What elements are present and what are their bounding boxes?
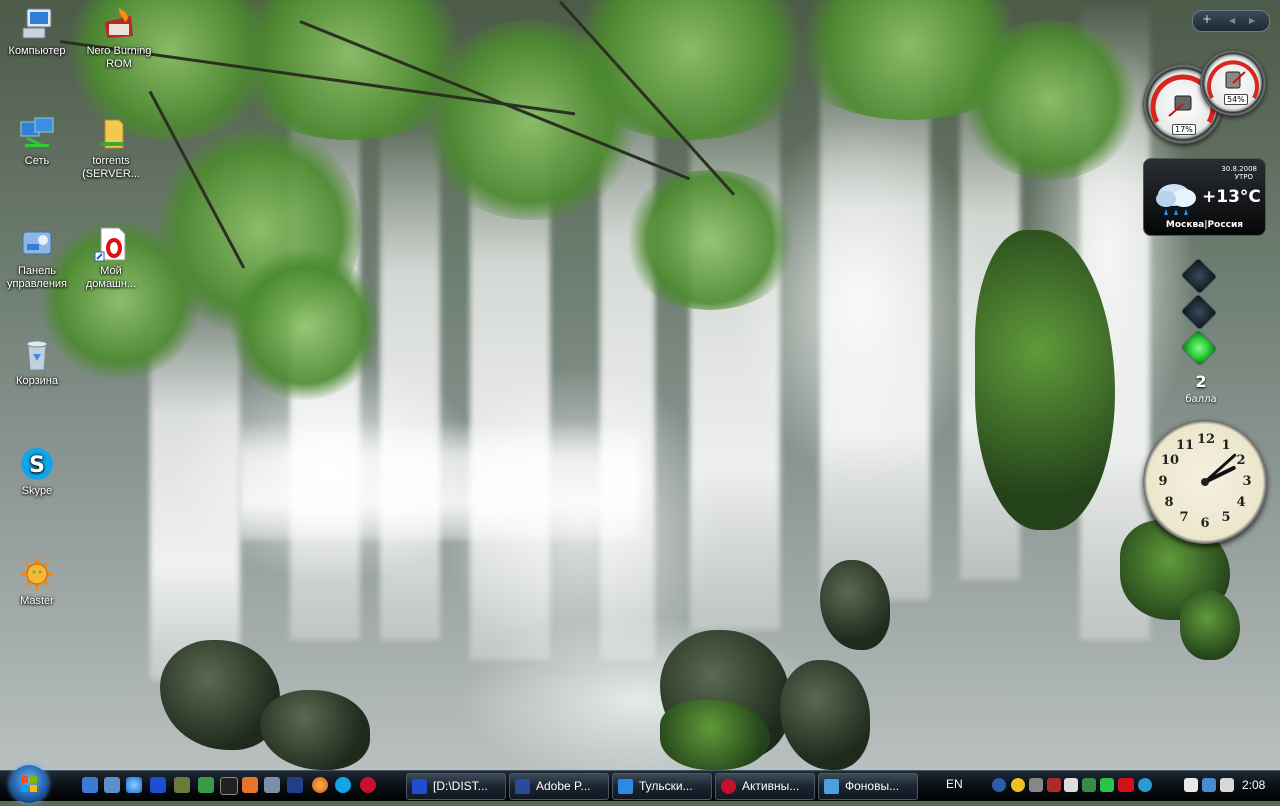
tray-phone-icon[interactable] — [1184, 778, 1198, 792]
tray-sound-icon[interactable] — [1220, 778, 1234, 792]
desktop-icon-control-panel[interactable]: Панель управления — [0, 226, 74, 291]
task-button-display-properties[interactable]: Фоновы... — [818, 773, 918, 800]
desktop-icon-label: Skype — [21, 485, 53, 497]
desktop-icon-computer[interactable]: Компьютер — [0, 6, 74, 58]
tray-hand-icon[interactable] — [1064, 778, 1078, 792]
internet-explorer-icon[interactable] — [126, 777, 142, 793]
console-icon[interactable] — [220, 777, 238, 795]
cpu-value: 17% — [1172, 124, 1196, 135]
memory-value: 54% — [1224, 94, 1248, 105]
volume-icon[interactable] — [1047, 778, 1061, 792]
desktop-icon-master[interactable]: Master — [0, 556, 74, 608]
task-label: Фоновы... — [845, 779, 900, 793]
skype-icon: S — [19, 446, 55, 482]
task-label: [D:\DIST... — [433, 779, 488, 793]
traffic-light-yellow — [1179, 292, 1219, 332]
task-button-photoshop[interactable]: Adobe P... — [509, 773, 609, 800]
traffic-gadget[interactable]: 2 балла — [1176, 256, 1226, 410]
desktop-icon-network[interactable]: Сеть — [0, 116, 74, 168]
weather-period: УТРО — [1234, 173, 1253, 181]
windows-logo-icon — [21, 776, 37, 792]
network-icon — [19, 116, 55, 152]
opera-shortcut-icon — [93, 226, 129, 262]
tray-tool-icon[interactable] — [1029, 778, 1043, 792]
desktop-wallpaper — [0, 0, 1280, 770]
taskbar-clock[interactable]: 2:08 — [1242, 778, 1265, 792]
internet-explorer-icon — [618, 779, 633, 794]
clock-gadget[interactable]: 12 1 2 3 4 5 6 7 8 9 10 11 — [1143, 420, 1267, 544]
desktop-icon-recycle-bin[interactable]: Корзина — [0, 336, 74, 388]
desktop-icon-skype[interactable]: S Skype — [0, 446, 74, 498]
network-tool-icon[interactable] — [174, 777, 190, 793]
task-button-ie[interactable]: Тульски... — [612, 773, 712, 800]
recycle-bin-icon — [19, 336, 55, 372]
tray-network-status-icon[interactable] — [1202, 778, 1216, 792]
far-manager-icon — [412, 779, 427, 794]
start-button[interactable] — [10, 765, 48, 803]
task-label: Активны... — [742, 779, 800, 793]
show-desktop-icon[interactable] — [82, 777, 98, 793]
tray-app-icon[interactable] — [1011, 778, 1025, 792]
tray-help-icon[interactable] — [1138, 778, 1152, 792]
sidebar-controls: + ◀ ▶ — [1192, 10, 1270, 32]
desktop-icon-label: Компьютер — [8, 45, 66, 57]
skype-quicklaunch-icon[interactable] — [335, 777, 351, 793]
svg-text:S: S — [29, 453, 45, 478]
desktop-icon-label: torrents (SERVER... — [82, 155, 140, 180]
desktop-icon-label: Сеть — [24, 155, 50, 167]
control-panel-icon — [19, 226, 55, 262]
traffic-unit: балла — [1185, 394, 1217, 405]
task-label: Тульски... — [639, 779, 693, 793]
previous-page-button[interactable]: ◀ — [1229, 16, 1235, 25]
task-button-opera[interactable]: Активны... — [715, 773, 815, 800]
weather-gadget[interactable]: 30.8.2008 УТРО +13°C Москва|Россия — [1143, 158, 1266, 236]
weather-date: 30.8.2008 — [1221, 165, 1257, 173]
traffic-light-green — [1179, 328, 1219, 368]
photoshop-quicklaunch-icon[interactable] — [287, 777, 303, 793]
desktop-icon-label: Мой домашн... — [85, 265, 137, 290]
desktop-icon-label: Корзина — [16, 375, 58, 387]
task-label: Adobe P... — [536, 779, 591, 793]
weather-temperature: +13°C — [1202, 187, 1261, 207]
tools-icon[interactable] — [264, 777, 280, 793]
nero-burning-rom-icon — [101, 6, 137, 42]
desktop-icon-label: Панель управления — [7, 265, 67, 290]
display-properties-icon — [824, 779, 839, 794]
desktop-icon-nero[interactable]: Nero Burning ROM — [82, 6, 156, 71]
traffic-light-red — [1179, 256, 1219, 296]
computer-icon — [19, 6, 55, 42]
opera-icon — [721, 779, 736, 794]
desktop-icon-label: Nero Burning ROM — [86, 45, 152, 70]
task-button-far[interactable]: [D:\DIST... — [406, 773, 506, 800]
language-indicator[interactable]: EN — [946, 777, 963, 791]
memory-gauge: 54% — [1200, 50, 1266, 116]
folder-icon — [93, 116, 129, 152]
ati-icon[interactable] — [1118, 778, 1134, 792]
desktop-icon-my-homepage[interactable]: Мой домашн... — [74, 226, 148, 291]
desktop-icon-label: Master — [20, 595, 54, 607]
next-page-button[interactable]: ▶ — [1249, 16, 1255, 25]
office-icon[interactable] — [242, 777, 258, 793]
firefox-icon[interactable] — [312, 777, 328, 793]
desktop-icon-torrents[interactable]: torrents (SERVER... — [74, 116, 148, 181]
taskbar: [D:\DIST... Adobe P... Тульски... Активн… — [0, 765, 1280, 803]
tray-check-icon[interactable] — [1100, 778, 1114, 792]
add-gadget-button[interactable]: + — [1202, 12, 1212, 26]
clock-hands — [1201, 453, 1237, 486]
cloud-rain-icon — [1152, 179, 1200, 219]
switch-windows-icon[interactable] — [104, 777, 120, 793]
photoshop-icon — [515, 779, 530, 794]
opera-quicklaunch-icon[interactable] — [360, 777, 376, 793]
traffic-score: 2 — [1195, 372, 1207, 391]
usb-tool-icon[interactable] — [198, 777, 214, 793]
sun-icon — [19, 556, 55, 592]
tray-network-icon[interactable] — [1082, 778, 1096, 792]
weather-location: Москва|Россия — [1165, 220, 1244, 230]
bluetooth-icon[interactable] — [992, 778, 1006, 792]
far-manager-icon[interactable] — [150, 777, 166, 793]
